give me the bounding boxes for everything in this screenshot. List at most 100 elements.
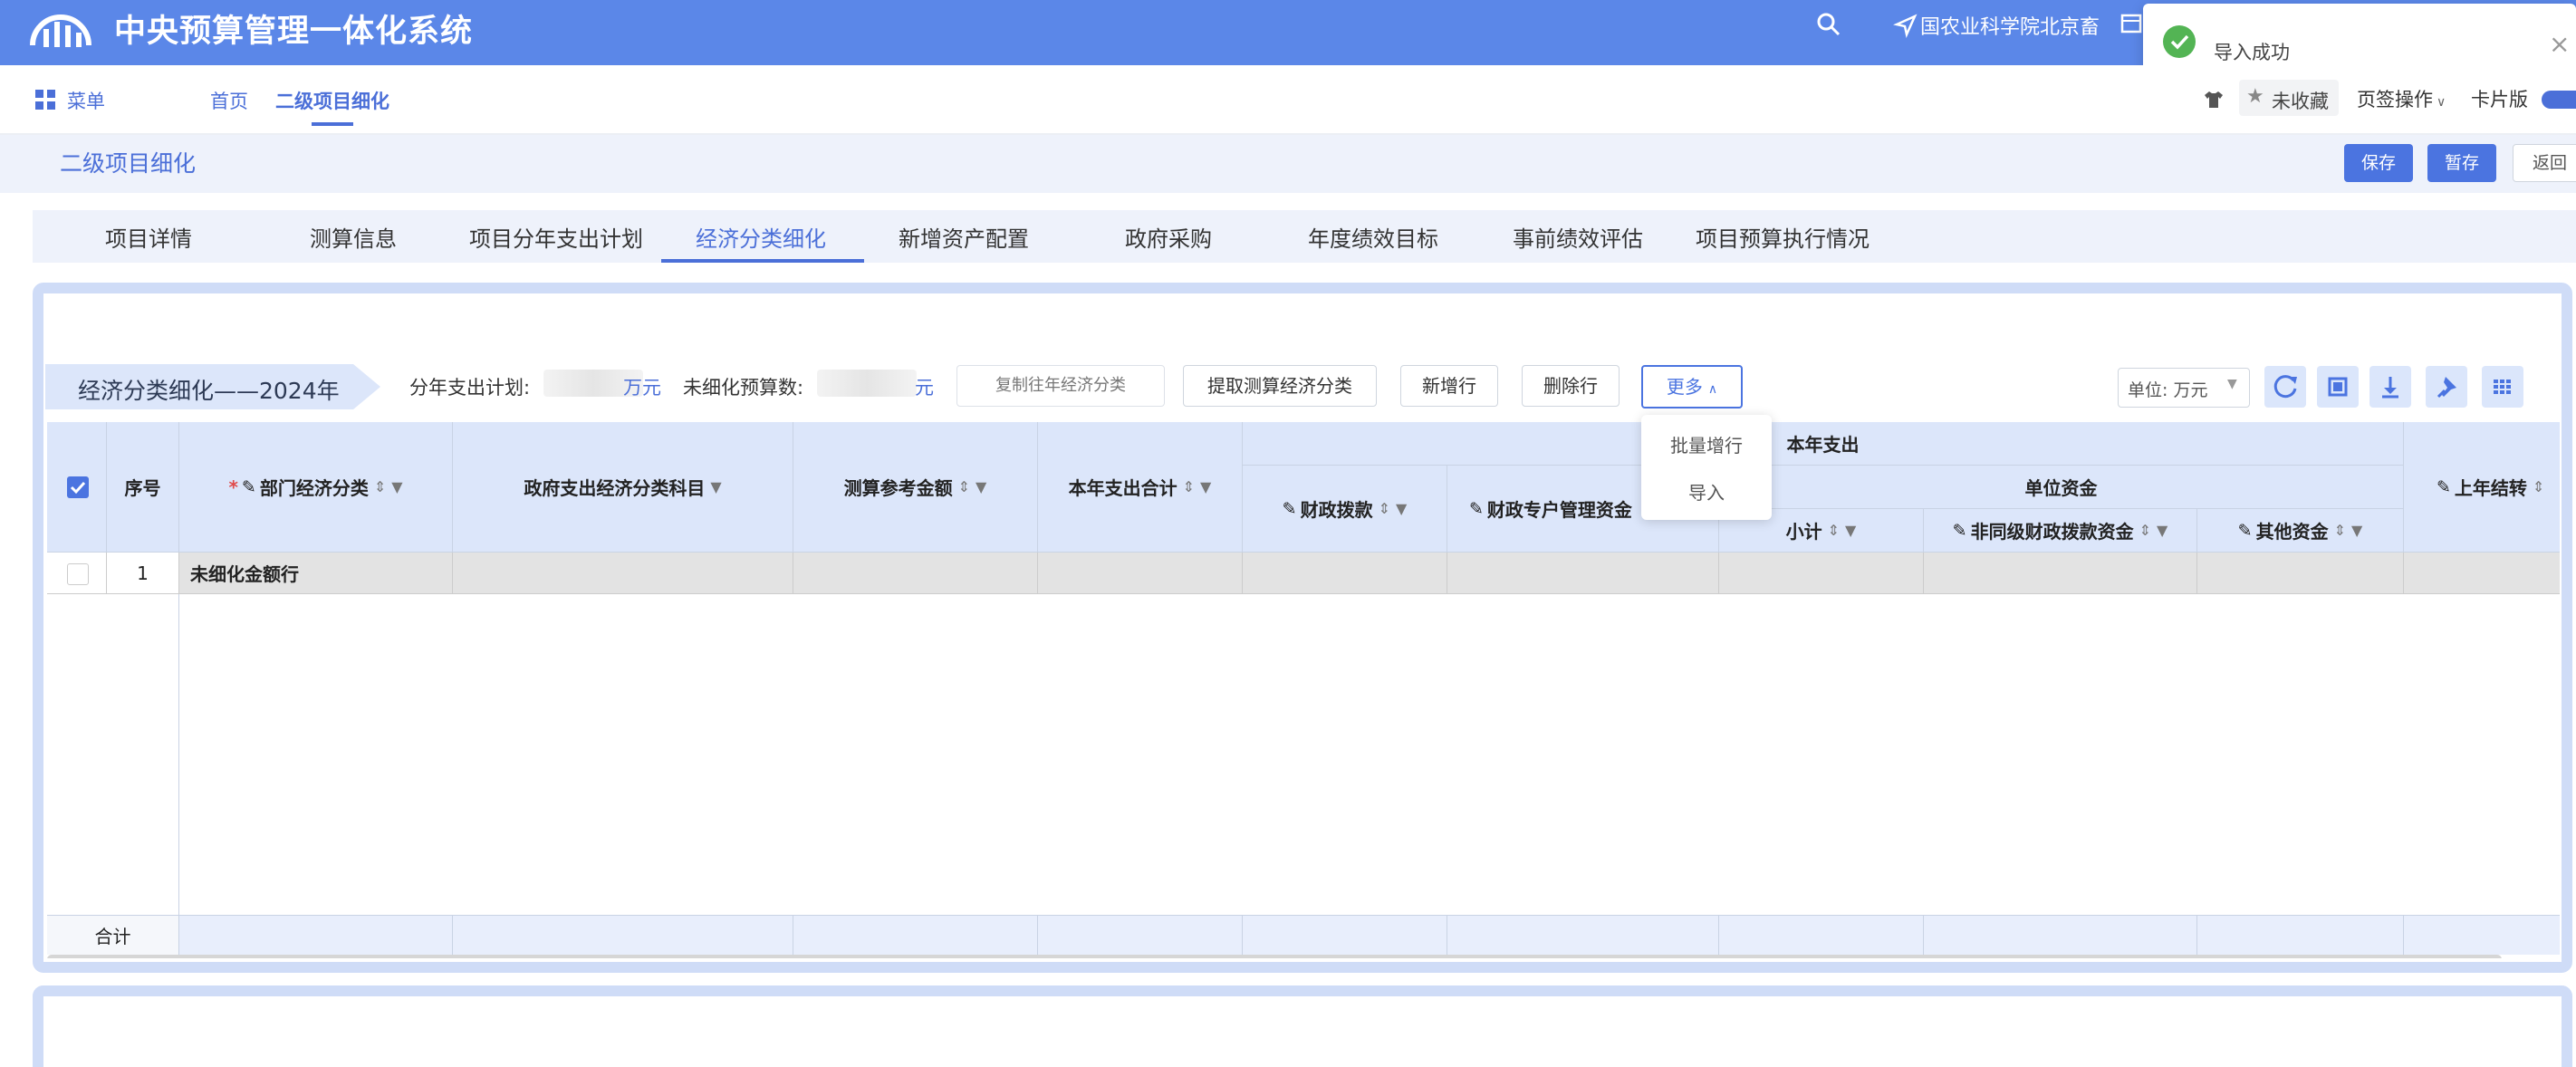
sort-icon[interactable]: ⇕ <box>1828 522 1840 539</box>
success-check-icon <box>2163 25 2196 58</box>
tab-operations-menu[interactable]: 页签操作 ∨ <box>2357 85 2446 112</box>
sort-icon[interactable]: ⇕ <box>2334 522 2346 539</box>
row-dept-econ[interactable]: 未细化金额行 <box>179 553 453 594</box>
active-tab-indicator <box>312 122 353 126</box>
col-last-year[interactable]: ✎ 上年结转 ⇕ <box>2404 422 2560 553</box>
caret-down-icon: ▼ <box>2227 377 2237 391</box>
more-button[interactable]: 更多 ∧ <box>1641 365 1743 409</box>
tab-home[interactable]: 首页 <box>210 87 248 114</box>
plan-unit: 万元 <box>623 377 661 399</box>
sort-icon[interactable]: ⇕ <box>2139 522 2151 539</box>
col-calc-ref[interactable]: 测算参考金额 ⇕ ▼ <box>793 422 1038 553</box>
masked-value <box>817 370 917 397</box>
extract-button[interactable]: 提取测算经济分类 <box>1183 365 1377 407</box>
delete-row-button[interactable]: 删除行 <box>1522 365 1620 407</box>
unit-select[interactable]: 单位: 万元 ▼ <box>2118 368 2250 408</box>
footer-cell <box>2404 915 2560 955</box>
sort-icon[interactable]: ⇕ <box>1183 478 1195 495</box>
favorite-label: 未收藏 <box>2272 91 2329 112</box>
tab-yearly-plan[interactable]: 项目分年支出计划 <box>469 221 643 253</box>
refresh-icon[interactable] <box>2264 366 2306 408</box>
detail-tabs: 项目详情 测算信息 项目分年支出计划 经济分类细化 新增资产配置 政府采购 年度… <box>33 210 2576 263</box>
col-gov-econ[interactable]: 政府支出经济分类科目 ▼ <box>453 422 793 553</box>
row-checkbox[interactable] <box>67 563 89 585</box>
sort-icon[interactable]: ⇕ <box>374 478 386 495</box>
col-other-label: 其他资金 <box>2255 521 2329 543</box>
grid-menu-icon[interactable] <box>34 89 56 111</box>
col-fiscal-label: 财政拨款 <box>1300 499 1373 521</box>
econ-detail-table: 序号 * ✎ 部门经济分类 ⇕ ▼ 政府支出经济分类科目 ▼ 测算参考金额 ⇕ ▼ 本年支出合… <box>47 422 2560 958</box>
location-icon <box>1893 14 1918 38</box>
filter-icon[interactable]: ▼ <box>391 478 402 495</box>
filter-icon[interactable]: ▼ <box>2351 522 2362 539</box>
section-title: 经济分类细化——2024年 <box>78 378 340 404</box>
org-selector[interactable]: 国农业科学院北京畜 <box>1920 11 2100 40</box>
menu-button[interactable]: 菜单 <box>67 87 105 114</box>
menu-item-import[interactable]: 导入 <box>1641 478 1772 505</box>
filter-icon[interactable]: ▼ <box>1200 478 1211 495</box>
footer-cell <box>1038 915 1243 955</box>
table-cell[interactable] <box>2197 553 2404 594</box>
col-seq: 序号 <box>107 422 179 553</box>
page-header: 二级项目细化 <box>0 135 2576 193</box>
col-non-peer[interactable]: ✎ 非同级财政拨款资金 ⇕ ▼ <box>1924 509 2197 553</box>
tab-annual-perf[interactable]: 年度绩效目标 <box>1308 221 1438 253</box>
copy-prev-year-button[interactable]: 复制往年经济分类 <box>956 365 1165 407</box>
card-mode-toggle[interactable] <box>2542 91 2576 109</box>
secondary-panel <box>33 985 2572 1067</box>
table-cell[interactable] <box>453 553 793 594</box>
col-calc-ref-label: 测算参考金额 <box>843 477 953 499</box>
search-icon[interactable] <box>1815 11 1842 38</box>
filter-icon[interactable]: ▼ <box>1845 522 1856 539</box>
sort-icon[interactable]: ⇕ <box>2533 478 2544 495</box>
filter-icon[interactable]: ▼ <box>2157 522 2167 539</box>
edit-icon: ✎ <box>1282 498 1297 519</box>
add-row-button[interactable]: 新增行 <box>1400 365 1498 407</box>
pin-icon[interactable] <box>2426 366 2467 408</box>
sort-icon[interactable]: ⇕ <box>958 478 970 495</box>
tab-execution[interactable]: 项目预算执行情况 <box>1696 221 1870 253</box>
page-title: 二级项目细化 <box>60 150 197 177</box>
sort-icon[interactable]: ⇕ <box>1379 500 1390 517</box>
table-cell[interactable] <box>1924 553 2197 594</box>
tab-new-assets[interactable]: 新增资产配置 <box>899 221 1029 253</box>
chevron-down-icon: ∨ <box>2437 95 2446 110</box>
select-all-header <box>47 422 107 553</box>
table-cell <box>1719 553 1924 594</box>
tab-gov-procurement[interactable]: 政府采购 <box>1125 221 1212 253</box>
tab-project-detail[interactable]: 项目详情 <box>105 221 192 253</box>
calendar-icon[interactable] <box>2119 11 2143 34</box>
horizontal-scrollbar[interactable] <box>47 955 2502 958</box>
col-fiscal[interactable]: ✎ 财政拨款 ⇕ ▼ <box>1243 466 1447 553</box>
filter-icon[interactable]: ▼ <box>976 478 986 495</box>
plan-label: 分年支出计划: <box>409 377 531 399</box>
select-all-checkbox[interactable] <box>67 476 89 498</box>
table-cell[interactable] <box>1243 553 1447 594</box>
column-settings-icon[interactable] <box>2482 366 2523 408</box>
fullscreen-icon[interactable] <box>2317 366 2359 408</box>
col-last-year-label: 上年结转 <box>2454 477 2527 499</box>
col-dept-econ[interactable]: * ✎ 部门经济分类 ⇕ ▼ <box>179 422 453 553</box>
tab-pre-eval[interactable]: 事前绩效评估 <box>1513 221 1643 253</box>
close-icon[interactable]: × <box>2549 29 2570 59</box>
chevron-up-icon: ∧ <box>1707 382 1718 397</box>
draft-button[interactable]: 暂存 <box>2427 144 2496 182</box>
filter-icon[interactable]: ▼ <box>710 478 721 495</box>
tab-current-page[interactable]: 二级项目细化 <box>275 87 389 114</box>
back-button[interactable]: 返回 <box>2513 144 2576 182</box>
save-button[interactable]: 保存 <box>2344 144 2413 182</box>
footer-cell <box>1243 915 1447 955</box>
table-cell[interactable] <box>2404 553 2560 594</box>
tab-econ-detail[interactable]: 经济分类细化 <box>696 221 826 253</box>
table-cell <box>1038 553 1243 594</box>
tab-calc-info[interactable]: 测算信息 <box>310 221 397 253</box>
filter-icon[interactable]: ▼ <box>1396 500 1407 517</box>
skin-icon[interactable] <box>2203 90 2225 110</box>
download-icon[interactable] <box>2369 366 2411 408</box>
col-other[interactable]: ✎ 其他资金 ⇕ ▼ <box>2197 509 2404 553</box>
col-year-total[interactable]: 本年支出合计 ⇕ ▼ <box>1038 422 1243 553</box>
favorite-button[interactable]: ★ 未收藏 <box>2239 80 2339 116</box>
table-cell[interactable] <box>1447 553 1719 594</box>
footer-cell <box>2197 915 2404 955</box>
menu-item-batch-add[interactable]: 批量增行 <box>1641 431 1772 457</box>
